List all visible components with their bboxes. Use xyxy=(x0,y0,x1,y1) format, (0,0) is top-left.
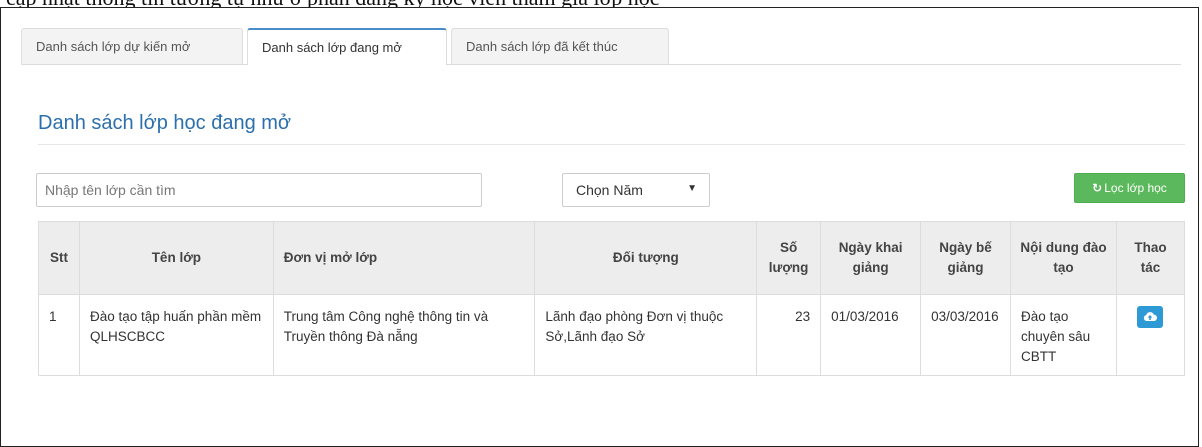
cell-quantity: 23 xyxy=(756,294,822,376)
cell-start-date: 01/03/2016 xyxy=(820,294,922,376)
cell-target-audience: Lãnh đạo phòng Đơn vị thuộc Sở,Lãnh đạo … xyxy=(534,294,758,376)
year-select[interactable]: Chọn Năm ▼ xyxy=(562,173,710,207)
caret-down-icon: ▼ xyxy=(687,183,697,194)
cloud-upload-icon xyxy=(1144,312,1158,321)
table-row: 1 Đào tạo tập huấn phần mềm QLHSCBCC Tru… xyxy=(38,294,1186,376)
cell-training-content: Đào tạo chuyên sâu CBTT xyxy=(1010,294,1117,376)
table-header-row: Stt Tên lớp Đơn vị mở lớp Đối tượng Số l… xyxy=(38,221,1186,295)
header-class-name: Tên lớp xyxy=(78,221,274,295)
cell-class-name: Đào tạo tập huấn phần mềm QLHSCBCC xyxy=(78,294,274,376)
header-target-audience: Đối tượng xyxy=(534,221,758,295)
cell-end-date: 03/03/2016 xyxy=(920,294,1012,376)
refresh-icon: ↻ xyxy=(1092,181,1103,195)
class-search-input[interactable] xyxy=(36,173,482,207)
upload-button[interactable] xyxy=(1137,306,1164,328)
cell-stt: 1 xyxy=(38,294,80,376)
header-actions: Thao tác xyxy=(1115,221,1186,295)
header-stt: Stt xyxy=(38,221,80,295)
header-organizer: Đơn vị mở lớp xyxy=(272,221,536,295)
header-quantity: Số lượng xyxy=(756,221,822,295)
year-select-value: Chọn Năm xyxy=(576,182,643,198)
filter-classes-button[interactable]: ↻ Lọc lớp học xyxy=(1074,173,1185,203)
tab-finished-classes[interactable]: Danh sách lớp đã kết thúc xyxy=(451,28,669,64)
open-classes-table: Stt Tên lớp Đơn vị mở lớp Đối tượng Số l… xyxy=(38,221,1186,376)
tab-bar: Danh sách lớp dự kiến mở Danh sách lớp đ… xyxy=(21,20,1181,65)
cell-actions xyxy=(1115,294,1186,376)
tab-planned-classes[interactable]: Danh sách lớp dự kiến mở xyxy=(21,28,243,64)
title-divider xyxy=(38,144,1185,145)
filter-button-label: Lọc lớp học xyxy=(1104,181,1167,195)
cell-organizer: Trung tâm Công nghệ thông tin và Truyền … xyxy=(272,294,536,376)
tab-open-classes[interactable]: Danh sách lớp đang mở xyxy=(247,28,447,65)
header-training-content: Nội dung đào tạo xyxy=(1010,221,1117,295)
page-title: Danh sách lớp học đang mở xyxy=(38,112,292,134)
header-start-date: Ngày khai giảng xyxy=(820,221,922,295)
header-end-date: Ngày bế giảng xyxy=(920,221,1012,295)
